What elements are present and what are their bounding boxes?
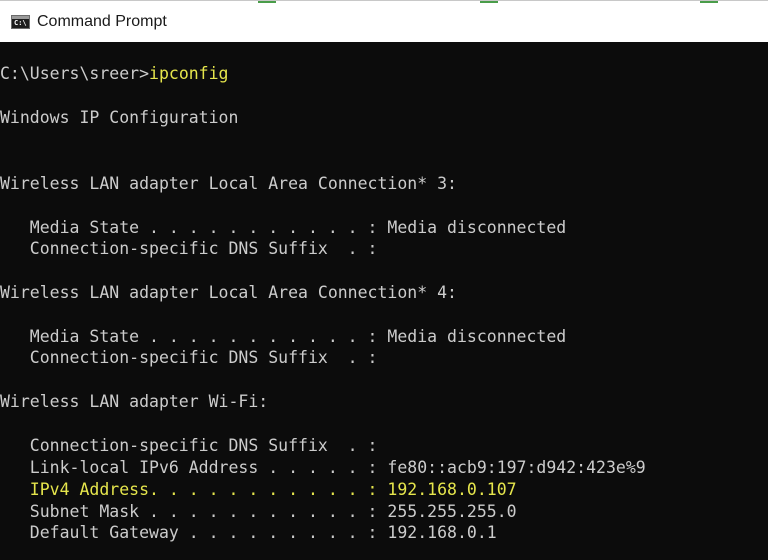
adapter-media-state: Media State . . . . . . . . . . . : Medi… [0, 327, 567, 346]
adapter-ipv4-address: IPv4 Address. . . . . . . . . . . : 192.… [0, 480, 517, 499]
adapter-ipv6-address: Link-local IPv6 Address . . . . . : fe80… [0, 458, 646, 477]
adapter-dns-suffix: Connection-specific DNS Suffix . : [0, 436, 378, 455]
window-title: Command Prompt [37, 13, 167, 30]
output-header: Windows IP Configuration [0, 108, 239, 127]
adapter-title: Wireless LAN adapter Local Area Connecti… [0, 174, 457, 193]
adapter-title: Wireless LAN adapter Wi-Fi: [0, 392, 269, 411]
prompt-line: C:\Users\sreer>ipconfig [0, 64, 229, 84]
adapter-media-state: Media State . . . . . . . . . . . : Medi… [0, 218, 567, 237]
command-prompt-window: C:\ Command Prompt C:\Users\sreer>ipconf… [0, 0, 768, 560]
background-window-edge [258, 1, 276, 3]
adapter-dns-suffix: Connection-specific DNS Suffix . : [0, 239, 378, 258]
prompt-command: ipconfig [149, 64, 229, 83]
adapter-dns-suffix: Connection-specific DNS Suffix . : [0, 348, 378, 367]
adapter-title: Wireless LAN adapter Local Area Connecti… [0, 283, 457, 302]
adapter-subnet-mask: Subnet Mask . . . . . . . . . . . : 255.… [0, 502, 517, 521]
adapter-default-gateway: Default Gateway . . . . . . . . . : 192.… [0, 523, 497, 542]
prompt-path: C:\Users\sreer> [0, 64, 150, 83]
title-bar[interactable]: C:\ Command Prompt [0, 0, 768, 42]
background-window-edge [700, 1, 718, 3]
icon-glyph: C:\ [14, 19, 27, 27]
console-output[interactable]: C:\Users\sreer>ipconfig Windows IP Confi… [0, 42, 768, 560]
cmd-console-icon[interactable]: C:\ [11, 15, 30, 29]
background-window-edge [480, 1, 498, 3]
